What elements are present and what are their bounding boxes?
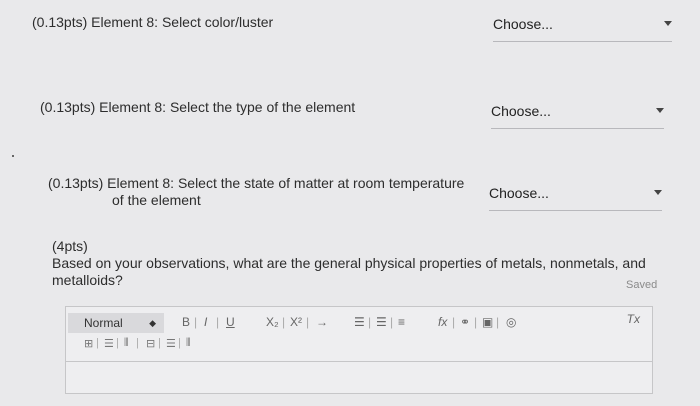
select-underline	[489, 210, 662, 211]
table-icon[interactable]: ⊞	[84, 337, 93, 350]
essay-prompt-line2: metalloids?	[52, 272, 123, 288]
select-underline	[491, 128, 664, 129]
editor-toolbar: Normal ◆ B | I | U X₂ | X² | → ☰ | ☰ | ≡…	[66, 307, 652, 362]
select-value: Choose...	[493, 16, 553, 32]
stray-dot	[12, 155, 14, 157]
formula-button[interactable]: fx	[438, 315, 447, 329]
toolbar-separator: |	[368, 315, 372, 329]
bold-button[interactable]: B	[182, 315, 190, 329]
format-value: Normal	[84, 316, 123, 330]
toolbar-separator: |	[96, 337, 99, 349]
subscript-button[interactable]: X₂	[266, 315, 279, 329]
toolbar-separator: |	[194, 315, 198, 329]
type-select[interactable]: Choose...	[491, 103, 664, 129]
rich-text-editor: Normal ◆ B | I | U X₂ | X² | → ☰ | ☰ | ≡…	[65, 306, 653, 394]
color-luster-select[interactable]: Choose...	[493, 16, 672, 42]
embed-icon[interactable]: ◎	[506, 315, 516, 329]
toolbar-separator: |	[390, 315, 394, 329]
question-state-label: (0.13pts) Element 8: Select the state of…	[48, 175, 478, 209]
question-color-luster-label: (0.13pts) Element 8: Select color/luster	[32, 14, 274, 30]
table-merge-icon[interactable]: ⊟	[146, 337, 155, 350]
link-icon[interactable]: ⚭	[460, 315, 470, 329]
table-row-delete-icon[interactable]: ☰	[166, 337, 176, 350]
table-rows-icon[interactable]: ☰	[104, 337, 114, 350]
caret-down-icon	[656, 108, 664, 113]
format-select[interactable]: Normal ◆	[68, 313, 164, 333]
toolbar-separator: |	[452, 315, 456, 329]
essay-prompt-line1: Based on your observations, what are the…	[52, 255, 646, 271]
toolbar-separator: |	[282, 315, 286, 329]
table-column-delete-icon[interactable]: ⫴	[186, 337, 191, 350]
toolbar-separator: |	[216, 315, 220, 329]
toolbar-separator: |	[496, 315, 500, 329]
toolbar-separator: |	[136, 337, 139, 349]
question-state-line1: (0.13pts) Element 8: Select the state of…	[48, 175, 465, 191]
bullet-list-icon[interactable]: ☰	[376, 315, 387, 329]
caret-down-icon	[664, 21, 672, 26]
toolbar-separator: |	[178, 337, 181, 349]
editor-text-area[interactable]	[66, 362, 652, 393]
select-value: Choose...	[489, 185, 549, 201]
essay-question: (4pts) Based on your observations, what …	[52, 238, 652, 289]
ordered-list-icon[interactable]: ☰	[354, 315, 365, 329]
question-state-line2: of the element	[112, 192, 201, 208]
clear-format-button[interactable]: Tx	[627, 312, 640, 326]
image-icon[interactable]: ▣	[482, 315, 493, 329]
toolbar-separator: |	[474, 315, 478, 329]
essay-points: (4pts)	[52, 238, 88, 254]
saved-status: Saved	[626, 279, 658, 291]
select-underline	[493, 41, 672, 42]
table-columns-icon[interactable]: ⫴	[124, 337, 129, 350]
toolbar-separator: |	[306, 315, 310, 329]
toolbar-separator: |	[158, 337, 161, 349]
state-select[interactable]: Choose...	[489, 185, 662, 211]
italic-button[interactable]: I	[204, 315, 207, 329]
toolbar-separator: |	[116, 337, 119, 349]
superscript-button[interactable]: X²	[290, 315, 302, 329]
question-type-label: (0.13pts) Element 8: Select the type of …	[40, 99, 356, 115]
select-value: Choose...	[491, 103, 551, 119]
align-icon[interactable]: ≡	[398, 315, 405, 329]
underline-button[interactable]: U	[226, 315, 235, 329]
arrow-button[interactable]: →	[316, 315, 328, 329]
caret-down-icon	[654, 190, 662, 195]
updown-icon: ◆	[149, 318, 156, 328]
